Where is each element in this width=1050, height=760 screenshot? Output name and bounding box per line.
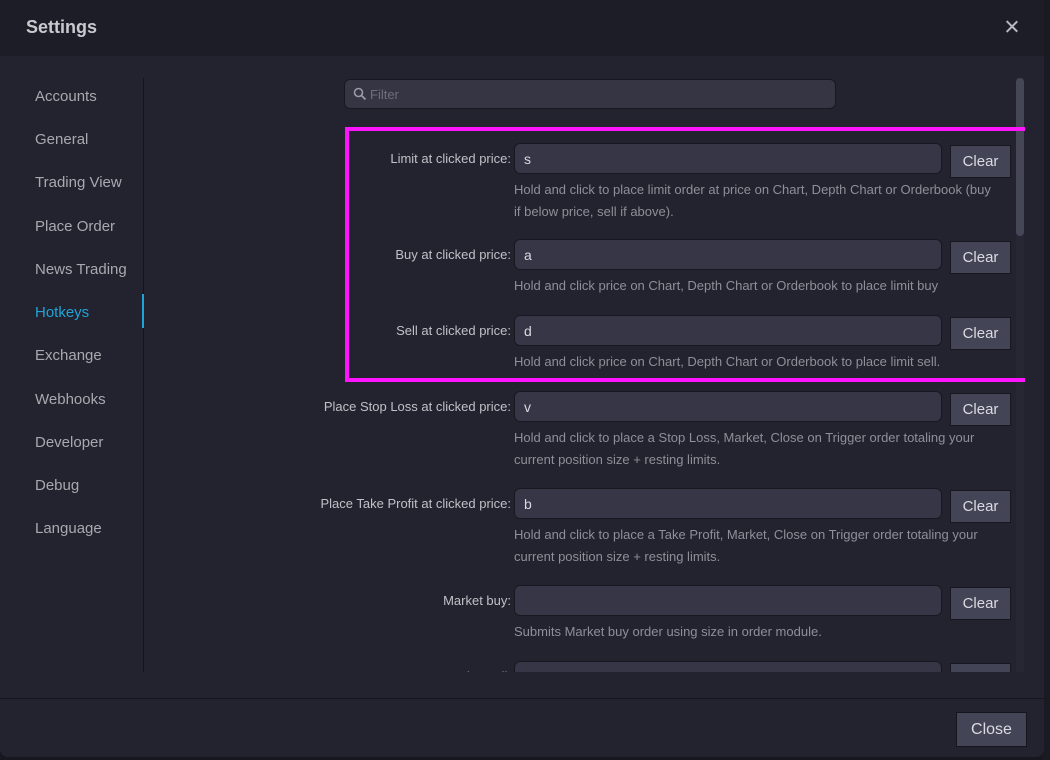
sidebar-item-trading-view[interactable]: Trading View	[35, 174, 122, 191]
hotkey-label: Buy at clicked price:	[395, 247, 511, 262]
hotkey-label: Place Stop Loss at clicked price:	[323, 399, 511, 414]
footer-divider	[0, 698, 1044, 699]
hotkey-label: Market sell:	[445, 669, 511, 672]
hotkey-label: Market buy:	[443, 593, 511, 608]
scrollbar-thumb[interactable]	[1016, 78, 1024, 236]
clear-button-take-profit[interactable]: Clear	[950, 490, 1011, 523]
hotkey-input-sell[interactable]	[514, 315, 942, 346]
sidebar-item-debug[interactable]: Debug	[35, 477, 79, 494]
filter-input[interactable]	[370, 80, 830, 108]
clear-button-market-sell[interactable]: Clear	[950, 663, 1011, 672]
sidebar-item-general[interactable]: General	[35, 131, 88, 148]
clear-button-buy[interactable]: Clear	[950, 241, 1011, 274]
active-indicator	[142, 294, 144, 328]
sidebar-item-exchange[interactable]: Exchange	[35, 347, 102, 364]
clear-button-limit[interactable]: Clear	[950, 145, 1011, 178]
hotkey-label: Limit at clicked price:	[390, 151, 511, 166]
clear-button-market-buy[interactable]: Clear	[950, 587, 1011, 620]
hotkeys-panel: Limit at clicked price: Clear Hold and c…	[145, 56, 1025, 672]
hotkey-input-stop-loss[interactable]	[514, 391, 942, 422]
sidebar-item-webhooks[interactable]: Webhooks	[35, 391, 106, 408]
hotkey-input-market-sell[interactable]	[514, 661, 942, 672]
hotkey-label: Sell at clicked price:	[396, 323, 511, 338]
sidebar-item-hotkeys[interactable]: Hotkeys	[35, 304, 89, 321]
settings-sidebar: Accounts General Trading View Place Orde…	[0, 78, 144, 672]
hotkey-description: Hold and click to place limit order at p…	[514, 182, 991, 219]
clear-button-sell[interactable]: Clear	[950, 317, 1011, 350]
sidebar-item-developer[interactable]: Developer	[35, 434, 103, 451]
search-icon	[353, 87, 367, 101]
dialog-title: Settings	[26, 17, 98, 37]
hotkey-description: Hold and click price on Chart, Depth Cha…	[514, 278, 939, 293]
sidebar-item-accounts[interactable]: Accounts	[35, 88, 97, 105]
hotkey-input-limit[interactable]	[514, 143, 942, 174]
clear-button-stop-loss[interactable]: Clear	[950, 393, 1011, 426]
dialog-header: Settings	[0, 0, 1044, 56]
hotkey-description: Submits Market buy order using size in o…	[514, 624, 822, 639]
hotkey-description: Hold and click to place a Stop Loss, Mar…	[514, 430, 975, 467]
hotkey-input-buy[interactable]	[514, 239, 942, 270]
hotkey-description: Hold and click to place a Take Profit, M…	[514, 527, 978, 564]
settings-dialog: Settings Accounts General Trading View P…	[0, 0, 1044, 757]
close-button[interactable]: Close	[956, 712, 1027, 747]
hotkey-input-take-profit[interactable]	[514, 488, 942, 519]
hotkey-description: Hold and click price on Chart, Depth Cha…	[514, 354, 941, 369]
hotkey-input-market-buy[interactable]	[514, 585, 942, 616]
sidebar-item-place-order[interactable]: Place Order	[35, 218, 115, 235]
sidebar-item-news-trading[interactable]: News Trading	[35, 261, 127, 278]
close-icon[interactable]	[1004, 19, 1020, 35]
sidebar-item-language[interactable]: Language	[35, 520, 102, 537]
filter-field[interactable]	[344, 79, 836, 109]
hotkey-label: Place Take Profit at clicked price:	[320, 496, 511, 511]
